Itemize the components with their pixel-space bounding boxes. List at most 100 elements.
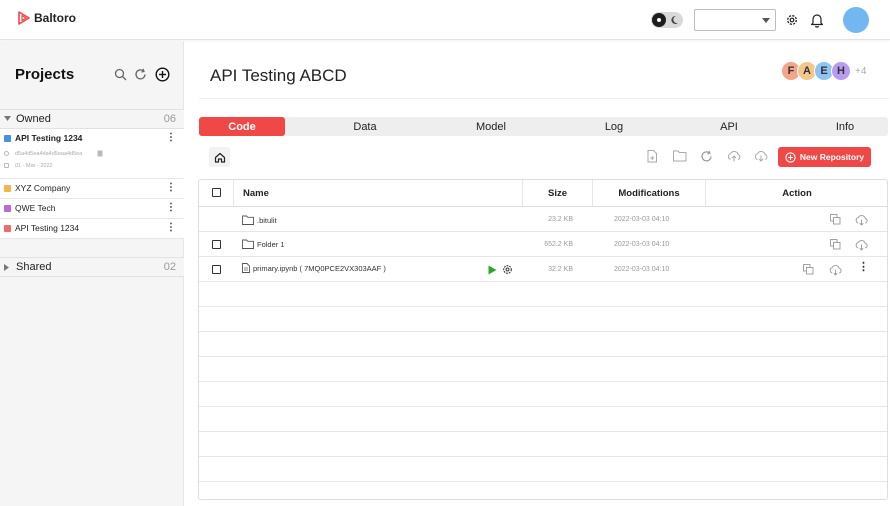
- member-avatar[interactable]: H: [831, 61, 851, 81]
- project-name: API Testing 1234: [15, 223, 80, 233]
- shared-section-header[interactable]: Shared 02: [0, 257, 184, 277]
- avatar[interactable]: [843, 7, 869, 33]
- cloud-download-icon[interactable]: [829, 264, 842, 276]
- column-header-size[interactable]: Size: [523, 180, 592, 206]
- project-color-swatch: [4, 135, 11, 142]
- project-menu-icon[interactable]: ⋮: [166, 203, 176, 213]
- tab-code[interactable]: Code: [199, 117, 285, 136]
- table-row[interactable]: Folder 1 652.2 KB 2022-03-03 04:10: [199, 232, 887, 257]
- cloud-upload-icon[interactable]: [727, 150, 741, 162]
- caret-down-icon: [4, 116, 11, 121]
- empty-row: [199, 282, 887, 307]
- column-divider: [233, 180, 234, 206]
- folder-icon: [242, 215, 254, 225]
- select-all-checkbox[interactable]: [212, 188, 221, 197]
- bell-icon[interactable]: [810, 12, 824, 28]
- baltoro-logo-icon: [18, 11, 30, 25]
- project-menu-icon[interactable]: ⋮: [166, 133, 176, 143]
- owned-count: 06: [163, 113, 176, 125]
- project-item[interactable]: API Testing 1234 ⋮: [0, 219, 184, 239]
- cloud-download-icon[interactable]: [855, 239, 868, 251]
- run-icon[interactable]: [488, 265, 497, 275]
- column-header-name[interactable]: Name: [243, 180, 269, 206]
- file-name: primary.ipynb ( 7MQ0PCE2VX303AAF ): [253, 263, 386, 273]
- empty-row: [199, 307, 887, 332]
- file-icon: [242, 263, 250, 273]
- column-header-action: Action: [782, 187, 812, 199]
- brand-name: Baltoro: [34, 11, 76, 25]
- id-icon: [4, 151, 9, 156]
- empty-row: [199, 407, 887, 432]
- cloud-download-icon[interactable]: [754, 150, 768, 162]
- shared-count: 02: [163, 261, 176, 273]
- cloud-download-icon[interactable]: [855, 214, 868, 226]
- sun-icon: [652, 13, 666, 27]
- search-icon[interactable]: [114, 68, 127, 81]
- top-bar: Baltoro: [0, 0, 890, 40]
- caret-right-icon: [4, 264, 9, 271]
- owned-label: Owned: [16, 113, 51, 125]
- file-name-cell[interactable]: .bitulit: [242, 215, 277, 225]
- project-color-swatch: [4, 185, 11, 192]
- add-project-icon[interactable]: [155, 67, 170, 82]
- theme-toggle[interactable]: [651, 12, 683, 28]
- file-name: .bitulit: [257, 215, 277, 225]
- folder-icon: [242, 239, 254, 249]
- members-more-count[interactable]: +4: [855, 66, 866, 77]
- owned-section-header[interactable]: Owned 06: [0, 109, 184, 129]
- gear-icon[interactable]: [502, 264, 513, 275]
- calendar-icon: [4, 163, 9, 168]
- tab-model[interactable]: Model: [451, 117, 531, 136]
- file-name-cell[interactable]: Folder 1: [242, 239, 285, 249]
- refresh-icon[interactable]: [134, 68, 147, 81]
- project-item[interactable]: QWE Tech ⋮: [0, 199, 184, 219]
- copy-icon[interactable]: [830, 239, 841, 250]
- project-name: QWE Tech: [15, 203, 56, 213]
- file-modified: 2022-03-03 04:10: [614, 216, 670, 223]
- refresh-icon[interactable]: [700, 150, 713, 163]
- column-header-modifications[interactable]: Modifications: [593, 180, 705, 206]
- row-checkbox[interactable]: [212, 265, 221, 274]
- project-color-swatch: [4, 225, 11, 232]
- tab-info[interactable]: Info: [805, 117, 885, 136]
- row-menu-icon[interactable]: ⋮: [858, 262, 869, 273]
- project-menu-icon[interactable]: ⋮: [166, 183, 176, 193]
- project-name: XYZ Company: [15, 183, 71, 193]
- tab-data[interactable]: Data: [325, 117, 405, 136]
- file-size: 23.2 KB: [548, 216, 573, 223]
- table-row[interactable]: primary.ipynb ( 7MQ0PCE2VX303AAF ) 32.2 …: [199, 257, 887, 282]
- plus-circle-icon: [785, 151, 796, 163]
- tab-log[interactable]: Log: [574, 117, 654, 136]
- new-repository-button[interactable]: New Repository: [778, 147, 871, 167]
- empty-row: [199, 432, 887, 457]
- project-id: d5a4d5ea4da4d5eaa4d5ea: [15, 151, 83, 157]
- project-color-swatch: [4, 205, 11, 212]
- home-icon: [214, 152, 225, 163]
- top-select[interactable]: [694, 9, 776, 31]
- project-date: 01 - Mar - 2022: [15, 163, 53, 169]
- file-size: 32.2 KB: [548, 266, 573, 273]
- copy-icon[interactable]: [830, 214, 841, 225]
- empty-row: [199, 457, 887, 482]
- empty-row: [199, 357, 887, 382]
- file-name-cell[interactable]: primary.ipynb ( 7MQ0PCE2VX303AAF ): [242, 263, 386, 273]
- copy-icon[interactable]: [97, 150, 103, 157]
- shared-label: Shared: [16, 261, 52, 273]
- project-name: API Testing 1234: [15, 133, 83, 143]
- new-file-icon[interactable]: [647, 150, 658, 163]
- copy-icon[interactable]: [803, 264, 814, 275]
- project-menu-icon[interactable]: ⋮: [166, 223, 176, 233]
- project-item[interactable]: XYZ Company ⋮: [0, 179, 184, 199]
- file-modified: 2022-03-03 04:10: [614, 266, 670, 273]
- row-checkbox[interactable]: [212, 240, 221, 249]
- new-folder-icon[interactable]: [673, 150, 687, 162]
- tab-api[interactable]: API: [689, 117, 769, 136]
- file-size: 652.2 KB: [544, 241, 573, 248]
- empty-row: [199, 382, 887, 407]
- logo[interactable]: Baltoro: [18, 11, 76, 25]
- gear-icon[interactable]: [785, 13, 799, 27]
- empty-row: [199, 332, 887, 357]
- table-row[interactable]: .bitulit 23.2 KB 2022-03-03 04:10: [199, 207, 887, 232]
- project-item[interactable]: API Testing 1234 ⋮ d5a4d5ea4da4d5eaa4d5e…: [0, 129, 184, 179]
- home-button[interactable]: [209, 147, 230, 167]
